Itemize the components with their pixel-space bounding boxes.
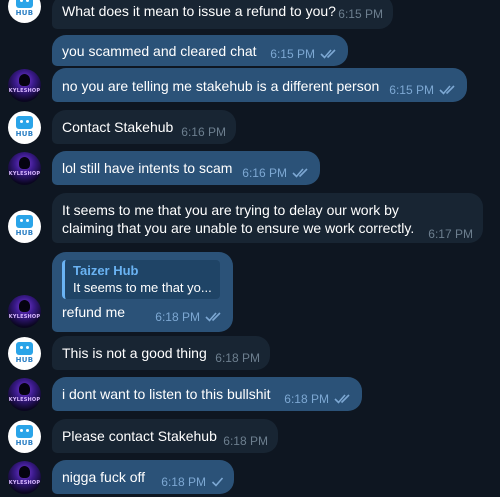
hub-avatar[interactable]: HUB	[8, 111, 41, 144]
kyle-avatar[interactable]: KYLESHOP	[8, 152, 41, 185]
hub-logo-icon	[16, 215, 33, 228]
kyle-avatar[interactable]: KYLESHOP	[8, 69, 41, 102]
hub-avatar[interactable]: HUB	[8, 0, 41, 23]
hub-logo-icon	[16, 342, 33, 355]
kyle-avatar-icon	[19, 74, 30, 86]
message-text: you scammed and cleared chat	[62, 43, 257, 59]
message-row: KYLESHOP nigga fuck off 6:18 PM	[0, 460, 500, 494]
message-bubble[interactable]: This is not a good thing 6:18 PM	[52, 336, 270, 370]
message-bubble[interactable]: Please contact Stakehub 6:18 PM	[52, 419, 278, 453]
kyle-avatar-icon	[19, 383, 30, 395]
hub-logo-icon	[16, 425, 33, 438]
message-bubble[interactable]: lol still have intents to scam 6:16 PM	[52, 151, 320, 185]
kyle-avatar[interactable]: KYLESHOP	[8, 461, 41, 494]
kyle-avatar-icon	[19, 466, 30, 478]
double-check-icon	[292, 168, 308, 178]
message-time: 6:18 PM	[284, 392, 329, 406]
message-text: This is not a good thing	[62, 345, 207, 361]
message-row: KYLESHOP Taizer Hub It seems to me that …	[0, 252, 500, 332]
check-icon	[211, 477, 224, 487]
message-text: refund me	[62, 304, 126, 320]
message-text: lol still have intents to scam	[62, 160, 233, 176]
message-time: 6:18 PM	[155, 310, 200, 324]
message-bubble[interactable]: nigga fuck off 6:18 PM	[52, 460, 234, 494]
message-bubble[interactable]: What does it mean to issue a refund to y…	[52, 0, 393, 29]
double-check-icon	[334, 394, 350, 404]
kyle-avatar[interactable]: KYLESHOP	[8, 295, 41, 328]
kyle-avatar[interactable]: KYLESHOP	[8, 378, 41, 411]
message-text: What does it mean to issue a refund to y…	[62, 3, 336, 19]
message-bubble[interactable]: you scammed and cleared chat 6:15 PM	[52, 35, 348, 66]
hub-avatar[interactable]: HUB	[8, 210, 41, 243]
message-time: 6:18 PM	[161, 475, 206, 489]
message-row: HUB Contact Stakehub 6:16 PM	[0, 110, 500, 144]
message-text: i dont want to listen to this bullshit	[62, 386, 271, 402]
message-row: HUB Please contact Stakehub 6:18 PM	[0, 419, 500, 453]
message-bubble[interactable]: i dont want to listen to this bullshit 6…	[52, 377, 362, 411]
message-time: 6:17 PM	[428, 227, 473, 241]
hub-avatar[interactable]: HUB	[8, 420, 41, 453]
reply-author: Taizer Hub	[73, 263, 139, 278]
message-bubble[interactable]: It seems to me that you are trying to de…	[52, 193, 483, 243]
reply-preview[interactable]: Taizer Hub It seems to me that yo...	[62, 260, 220, 299]
message-row: KYLESHOP no you are telling me stakehub …	[0, 68, 500, 102]
message-text: Contact Stakehub	[62, 119, 174, 135]
hub-avatar[interactable]: HUB	[8, 337, 41, 370]
message-bubble[interactable]: Contact Stakehub 6:16 PM	[52, 110, 236, 144]
message-time: 6:15 PM	[270, 47, 315, 61]
message-row: HUB What does it mean to issue a refund …	[0, 0, 500, 34]
double-check-icon	[439, 85, 455, 95]
kyle-avatar-icon	[19, 300, 30, 312]
message-time: 6:15 PM	[338, 7, 383, 21]
message-row: KYLESHOP lol still have intents to scam …	[0, 151, 500, 185]
hub-logo-icon	[16, 0, 33, 8]
message-row: you scammed and cleared chat 6:15 PM	[0, 34, 500, 66]
hub-logo-icon	[16, 116, 33, 129]
message-time: 6:16 PM	[181, 125, 226, 139]
kyle-avatar-icon	[19, 157, 30, 169]
message-time: 6:16 PM	[242, 166, 287, 180]
reply-text: It seems to me that yo...	[73, 280, 212, 295]
message-text: nigga fuck off	[62, 469, 146, 485]
message-text: no you are telling me stakehub is a diff…	[62, 78, 380, 94]
message-row: HUB This is not a good thing 6:18 PM	[0, 336, 500, 370]
chat-screen: { "messages": [ {"text": "What does it m…	[0, 0, 500, 497]
message-bubble[interactable]: Taizer Hub It seems to me that yo... ref…	[52, 252, 233, 332]
message-text: It seems to me that you are trying to de…	[62, 202, 415, 236]
message-time: 6:18 PM	[215, 351, 260, 365]
message-row: HUB It seems to me that you are trying t…	[0, 193, 500, 243]
message-text: Please contact Stakehub	[62, 428, 217, 444]
message-row: KYLESHOP i dont want to listen to this b…	[0, 377, 500, 411]
message-time: 6:18 PM	[223, 434, 268, 448]
double-check-icon	[320, 49, 336, 59]
message-bubble[interactable]: no you are telling me stakehub is a diff…	[52, 68, 467, 102]
double-check-icon	[205, 312, 221, 322]
message-time: 6:15 PM	[389, 83, 434, 97]
